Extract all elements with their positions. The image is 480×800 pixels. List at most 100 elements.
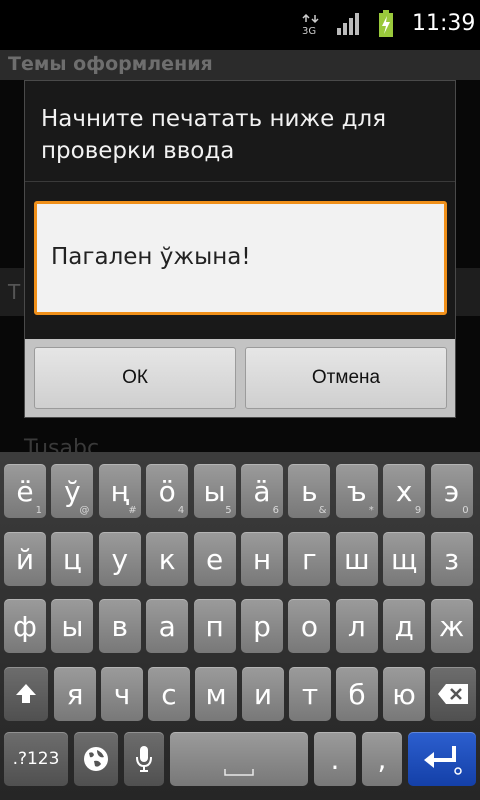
key-ў[interactable]: ў @ — [51, 464, 94, 518]
key-label: ё — [16, 474, 34, 508]
key-label: щ — [391, 542, 418, 576]
key-р[interactable]: р — [241, 599, 283, 653]
space-key[interactable] — [170, 732, 308, 786]
key-label: р — [253, 609, 271, 643]
key-label: ң — [110, 474, 130, 508]
comma-key[interactable]: , — [362, 732, 402, 786]
key-х[interactable]: х9 — [383, 464, 426, 518]
key-label: ч — [113, 677, 131, 711]
key-ы[interactable]: ы — [51, 599, 94, 653]
key-hint: 6 — [272, 505, 279, 516]
dialog-message: Начните печатать ниже для проверки ввода — [41, 106, 387, 164]
key-label: н — [252, 542, 272, 576]
key-label: а — [158, 609, 176, 643]
key-label: д — [394, 609, 414, 643]
key-hint: 0 — [462, 505, 469, 516]
key-э[interactable]: э0 — [430, 464, 473, 518]
language-key[interactable] — [74, 732, 118, 786]
signal-icon — [337, 13, 359, 35]
key-у[interactable]: у — [98, 532, 141, 586]
key-label: л — [347, 609, 366, 643]
battery-charging-icon — [379, 10, 393, 37]
key-я[interactable]: я — [54, 667, 96, 721]
key-label: к — [158, 542, 176, 576]
globe-icon — [84, 747, 108, 771]
test-input-field[interactable]: Пагален ўжына! — [34, 201, 447, 315]
shift-key[interactable] — [4, 667, 48, 721]
key-label: з — [444, 542, 460, 576]
key-ф[interactable]: ф — [4, 599, 46, 653]
cancel-button[interactable]: Отмена — [245, 347, 447, 409]
key-г[interactable]: г — [288, 532, 331, 586]
key-label: б — [348, 677, 366, 711]
key-о[interactable]: о — [288, 599, 331, 653]
microphone-key[interactable] — [124, 732, 164, 786]
key-ң[interactable]: ң # — [98, 464, 141, 518]
dialog-button-bar: ОК Отмена — [25, 339, 455, 417]
ok-button[interactable]: ОК — [34, 347, 236, 409]
key-ы[interactable]: ы5 — [193, 464, 236, 518]
soft-keyboard: ё 1 ў @ ң # ö 4 ы 5 ä 6 ь & ъ * х 9 э 0 й ц у к е н г ш щ з ф ы в а п р о л д ж… — [0, 452, 480, 800]
key-а[interactable]: а — [146, 599, 189, 653]
key-ь[interactable]: ь & — [288, 464, 331, 518]
key-ш[interactable]: ш — [335, 532, 378, 586]
key-hint: & — [318, 505, 327, 516]
key-label: г — [302, 542, 317, 576]
key-ц[interactable]: ц — [51, 532, 94, 586]
key-ъ[interactable]: ъ * — [335, 464, 378, 518]
app-title: Темы оформления — [8, 53, 213, 75]
key-label: ю — [392, 677, 416, 711]
backspace-key[interactable] — [430, 667, 476, 721]
key-з[interactable]: з — [430, 532, 473, 586]
key-label: я — [66, 677, 84, 711]
key-л[interactable]: л — [335, 599, 378, 653]
key-hint: @ — [79, 505, 90, 516]
key-ч[interactable]: ч — [101, 667, 143, 721]
status-bar: 3G 11:39 — [0, 0, 480, 50]
symbols-key[interactable]: .?123 — [4, 732, 68, 786]
input-test-dialog: Начните печатать ниже для проверки ввода… — [24, 80, 456, 418]
key-ö[interactable]: ö4 — [146, 464, 189, 518]
enter-key[interactable] — [408, 732, 476, 786]
key-е[interactable]: е — [193, 532, 236, 586]
key-hint: 4 — [177, 505, 185, 516]
key-т[interactable]: т — [289, 667, 331, 721]
key-label: и — [253, 677, 273, 711]
key-й[interactable]: й — [4, 532, 46, 586]
key-label: ы — [61, 609, 84, 643]
key-label: х — [395, 474, 413, 508]
key-п[interactable]: п — [193, 599, 236, 653]
key-м[interactable]: м — [195, 667, 237, 721]
key-label: ь — [301, 474, 318, 508]
status-time: 11:39 — [412, 11, 476, 36]
data-3g-icon: 3G — [302, 14, 319, 36]
dialog-divider — [25, 181, 455, 182]
key-label: ш — [343, 542, 370, 576]
backspace-icon — [438, 684, 468, 704]
shift-arrow-icon — [16, 684, 36, 703]
key-д[interactable]: д — [383, 599, 426, 653]
key-label: у — [111, 542, 129, 576]
key-label: ў — [64, 474, 81, 508]
enter-arrow-icon — [424, 746, 462, 775]
key-с[interactable]: с — [148, 667, 190, 721]
key-label: т — [301, 677, 319, 711]
key-label: ы — [203, 474, 226, 508]
period-key[interactable]: . — [314, 732, 356, 786]
key-к[interactable]: к — [146, 532, 189, 586]
key-б[interactable]: б — [336, 667, 378, 721]
key-hint: * — [368, 505, 374, 516]
key-ä[interactable]: ä6 — [241, 464, 283, 518]
key-ё[interactable]: ё1 — [4, 464, 46, 518]
key-щ[interactable]: щ — [383, 532, 426, 586]
key-и[interactable]: и — [242, 667, 284, 721]
key-label: в — [111, 609, 129, 643]
key-ж[interactable]: ж — [430, 599, 473, 653]
key-hint: 5 — [225, 505, 232, 516]
key-label: ж — [438, 609, 465, 643]
key-ю[interactable]: ю — [383, 667, 425, 721]
key-н[interactable]: н — [241, 532, 283, 586]
key-в[interactable]: в — [98, 599, 141, 653]
key-label: п — [205, 609, 224, 643]
key-label: ö — [158, 474, 176, 508]
